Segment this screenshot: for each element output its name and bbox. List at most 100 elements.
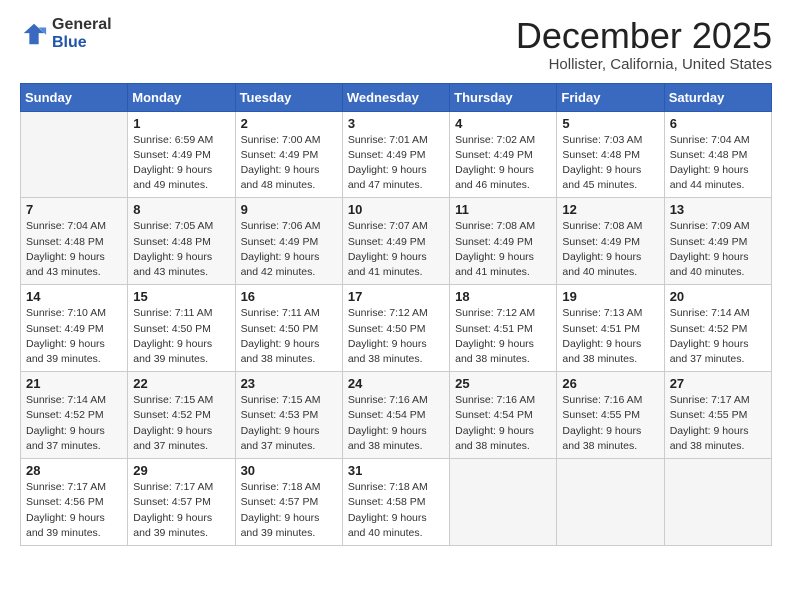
day-number: 3 [348,116,444,131]
day-info: Sunrise: 7:15 AM Sunset: 4:52 PM Dayligh… [133,393,229,454]
calendar-cell: 12 Sunrise: 7:08 AM Sunset: 4:49 PM Dayli… [557,198,664,285]
calendar-cell: 29 Sunrise: 7:17 AM Sunset: 4:57 PM Dayli… [128,459,235,546]
day-info: Sunrise: 7:06 AM Sunset: 4:49 PM Dayligh… [241,219,337,280]
calendar-cell: 11 Sunrise: 7:08 AM Sunset: 4:49 PM Dayli… [450,198,557,285]
calendar-cell: 27 Sunrise: 7:17 AM Sunset: 4:55 PM Dayli… [664,372,771,459]
day-info: Sunrise: 7:16 AM Sunset: 4:55 PM Dayligh… [562,393,658,454]
calendar-cell: 17 Sunrise: 7:12 AM Sunset: 4:50 PM Dayli… [342,285,449,372]
day-number: 16 [241,289,337,304]
day-info: Sunrise: 7:11 AM Sunset: 4:50 PM Dayligh… [133,306,229,367]
weekday-header: Friday [557,83,664,111]
day-info: Sunrise: 7:01 AM Sunset: 4:49 PM Dayligh… [348,133,444,194]
calendar-cell [450,459,557,546]
weekday-header: Thursday [450,83,557,111]
day-info: Sunrise: 7:13 AM Sunset: 4:51 PM Dayligh… [562,306,658,367]
day-number: 31 [348,463,444,478]
day-number: 14 [26,289,122,304]
calendar-cell: 30 Sunrise: 7:18 AM Sunset: 4:57 PM Dayli… [235,459,342,546]
logo: General Blue [20,16,112,51]
day-number: 27 [670,376,766,391]
calendar-cell: 3 Sunrise: 7:01 AM Sunset: 4:49 PM Daylig… [342,111,449,198]
calendar-week-row: 1 Sunrise: 6:59 AM Sunset: 4:49 PM Daylig… [21,111,772,198]
day-info: Sunrise: 7:02 AM Sunset: 4:49 PM Dayligh… [455,133,551,194]
day-info: Sunrise: 7:08 AM Sunset: 4:49 PM Dayligh… [455,219,551,280]
day-number: 6 [670,116,766,131]
weekday-header: Saturday [664,83,771,111]
day-info: Sunrise: 7:04 AM Sunset: 4:48 PM Dayligh… [26,219,122,280]
calendar-cell: 14 Sunrise: 7:10 AM Sunset: 4:49 PM Dayli… [21,285,128,372]
day-info: Sunrise: 7:10 AM Sunset: 4:49 PM Dayligh… [26,306,122,367]
calendar-week-row: 21 Sunrise: 7:14 AM Sunset: 4:52 PM Dayli… [21,372,772,459]
calendar-cell: 13Sunrise: 7:09 AM Sunset: 4:49 PM Dayli… [664,198,771,285]
day-info: Sunrise: 7:12 AM Sunset: 4:51 PM Dayligh… [455,306,551,367]
day-number: 26 [562,376,658,391]
calendar-cell: 7Sunrise: 7:04 AM Sunset: 4:48 PM Daylig… [21,198,128,285]
day-info: Sunrise: 7:17 AM Sunset: 4:57 PM Dayligh… [133,480,229,541]
day-number: 15 [133,289,229,304]
day-number: 28 [26,463,122,478]
calendar-cell: 22Sunrise: 7:15 AM Sunset: 4:52 PM Dayli… [128,372,235,459]
day-info: Sunrise: 7:14 AM Sunset: 4:52 PM Dayligh… [26,393,122,454]
day-number: 10 [348,202,444,217]
day-number: 13 [670,202,766,217]
day-number: 12 [562,202,658,217]
calendar-cell: 5 Sunrise: 7:03 AM Sunset: 4:48 PM Daylig… [557,111,664,198]
day-info: Sunrise: 7:17 AM Sunset: 4:55 PM Dayligh… [670,393,766,454]
day-info: Sunrise: 7:17 AM Sunset: 4:56 PM Dayligh… [26,480,122,541]
day-info: Sunrise: 7:04 AM Sunset: 4:48 PM Dayligh… [670,133,766,194]
calendar-cell: 2 Sunrise: 7:00 AM Sunset: 4:49 PM Daylig… [235,111,342,198]
day-number: 20 [670,289,766,304]
day-number: 2 [241,116,337,131]
day-info: Sunrise: 7:12 AM Sunset: 4:50 PM Dayligh… [348,306,444,367]
day-info: Sunrise: 7:16 AM Sunset: 4:54 PM Dayligh… [455,393,551,454]
weekday-header: Monday [128,83,235,111]
location-text: Hollister, California, United States [516,56,772,73]
calendar-cell [21,111,128,198]
day-number: 23 [241,376,337,391]
day-info: Sunrise: 7:05 AM Sunset: 4:48 PM Dayligh… [133,219,229,280]
calendar-cell: 24 Sunrise: 7:16 AM Sunset: 4:54 PM Dayli… [342,372,449,459]
day-number: 21 [26,376,122,391]
weekday-header: Tuesday [235,83,342,111]
logo-text: General Blue [52,16,112,51]
day-number: 19 [562,289,658,304]
title-block: December 2025 Hollister, California, Uni… [516,16,772,73]
day-number: 30 [241,463,337,478]
day-number: 4 [455,116,551,131]
day-number: 11 [455,202,551,217]
day-number: 1 [133,116,229,131]
day-info: Sunrise: 7:07 AM Sunset: 4:49 PM Dayligh… [348,219,444,280]
calendar-cell: 26 Sunrise: 7:16 AM Sunset: 4:55 PM Dayli… [557,372,664,459]
calendar-cell: 6 Sunrise: 7:04 AM Sunset: 4:48 PM Daylig… [664,111,771,198]
calendar-cell: 23Sunrise: 7:15 AM Sunset: 4:53 PM Dayli… [235,372,342,459]
calendar-cell: 18 Sunrise: 7:12 AM Sunset: 4:51 PM Dayli… [450,285,557,372]
day-number: 18 [455,289,551,304]
calendar-cell: 31 Sunrise: 7:18 AM Sunset: 4:58 PM Dayli… [342,459,449,546]
day-info: Sunrise: 7:11 AM Sunset: 4:50 PM Dayligh… [241,306,337,367]
calendar-cell [664,459,771,546]
day-number: 17 [348,289,444,304]
day-info: Sunrise: 7:18 AM Sunset: 4:58 PM Dayligh… [348,480,444,541]
day-number: 29 [133,463,229,478]
day-number: 24 [348,376,444,391]
day-info: Sunrise: 7:00 AM Sunset: 4:49 PM Dayligh… [241,133,337,194]
calendar-cell: 16 Sunrise: 7:11 AM Sunset: 4:50 PM Dayli… [235,285,342,372]
day-number: 9 [241,202,337,217]
day-info: Sunrise: 7:03 AM Sunset: 4:48 PM Dayligh… [562,133,658,194]
day-info: Sunrise: 7:08 AM Sunset: 4:49 PM Dayligh… [562,219,658,280]
weekday-header: Wednesday [342,83,449,111]
weekday-header: Sunday [21,83,128,111]
calendar-cell: 25Sunrise: 7:16 AM Sunset: 4:54 PM Dayli… [450,372,557,459]
page-header: General Blue December 2025 Hollister, Ca… [20,16,772,73]
logo-icon [20,20,48,48]
day-info: Sunrise: 7:18 AM Sunset: 4:57 PM Dayligh… [241,480,337,541]
day-info: Sunrise: 7:16 AM Sunset: 4:54 PM Dayligh… [348,393,444,454]
calendar-cell: 10 Sunrise: 7:07 AM Sunset: 4:49 PM Dayli… [342,198,449,285]
month-title: December 2025 [516,16,772,56]
calendar-cell: 15 Sunrise: 7:11 AM Sunset: 4:50 PM Dayli… [128,285,235,372]
day-info: Sunrise: 6:59 AM Sunset: 4:49 PM Dayligh… [133,133,229,194]
calendar-cell: 28 Sunrise: 7:17 AM Sunset: 4:56 PM Dayli… [21,459,128,546]
calendar-cell: 20Sunrise: 7:14 AM Sunset: 4:52 PM Dayli… [664,285,771,372]
day-number: 8 [133,202,229,217]
day-number: 5 [562,116,658,131]
